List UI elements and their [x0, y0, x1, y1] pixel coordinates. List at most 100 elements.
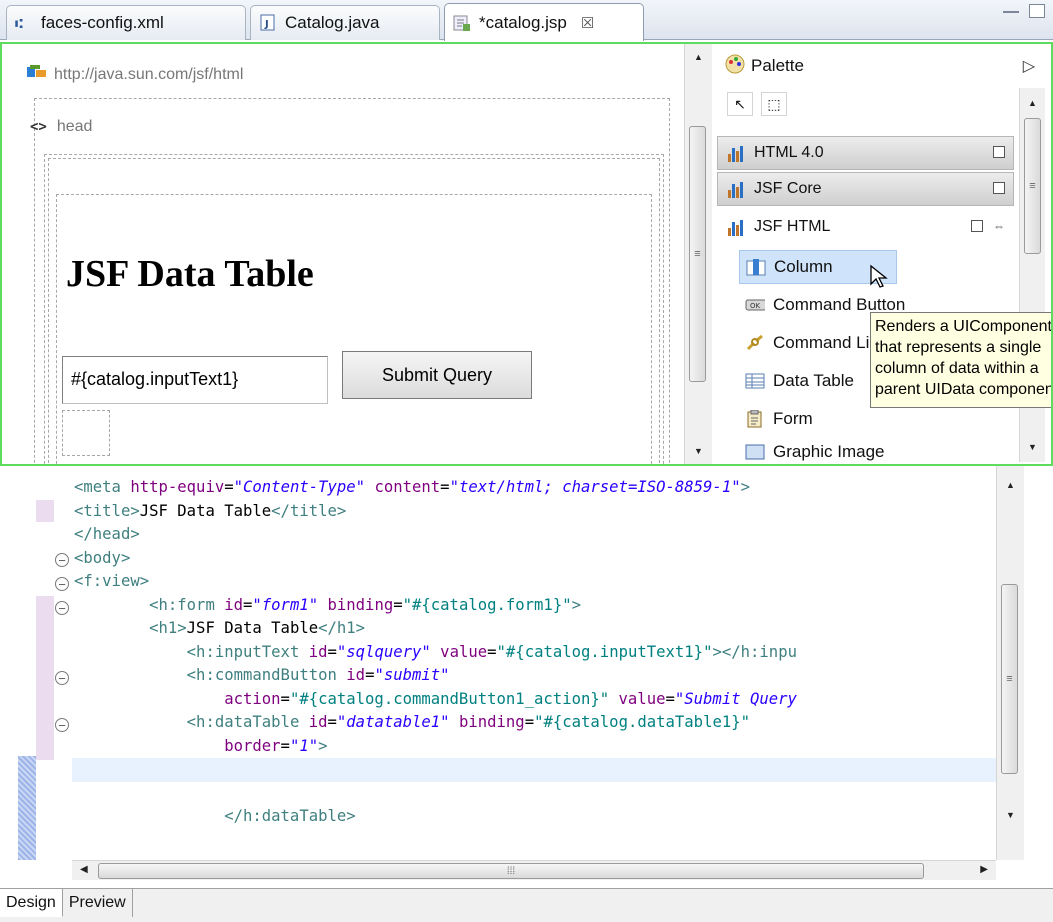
window-controls [1003, 4, 1045, 18]
submit-query-button[interactable]: Submit Query [342, 351, 532, 399]
drawer-icon [728, 218, 748, 236]
sql-query-input[interactable]: #{catalog.inputText1} [62, 356, 328, 404]
code-line[interactable]: <h:form id="form1" binding="#{catalog.fo… [74, 594, 797, 618]
drawer-label: JSF HTML [754, 218, 831, 235]
jsp-file-icon [453, 14, 471, 32]
code-line[interactable]: <body> [74, 547, 797, 571]
fold-icon[interactable]: − [55, 601, 69, 615]
scroll-thumb[interactable]: ≡ [689, 126, 706, 382]
form-container [56, 194, 652, 464]
code-line[interactable]: ​ [74, 758, 797, 782]
tab-label: *catalog.jsp [479, 12, 567, 32]
mouse-pointer-icon [869, 264, 889, 293]
drawer-label: HTML 4.0 [754, 144, 824, 161]
faces-config-icon: ⑆ [15, 14, 33, 32]
scroll-up-icon[interactable]: ▲ [685, 48, 712, 66]
code-text[interactable]: <meta http-equiv="Content-Type" content=… [74, 476, 797, 829]
palette-entry-command-link[interactable]: Command Link [739, 326, 887, 360]
scroll-down-icon[interactable]: ▼ [1020, 438, 1045, 456]
palette-panel: Palette ▷ ↖ ⬚ HTML 4.0 JSF Core JSF HTML… [713, 44, 1051, 464]
collapse-palette-icon[interactable]: ▷ [1023, 56, 1035, 76]
fold-icon[interactable]: − [55, 671, 69, 685]
code-line[interactable]: <f:view> [74, 570, 797, 594]
minimize-icon[interactable] [1003, 8, 1019, 13]
editor-hscrollbar[interactable]: ◀ ⁞⁞⁞ ▶ [72, 860, 996, 880]
pin-icon[interactable] [993, 182, 1005, 194]
palette-title: Palette [751, 56, 804, 75]
svg-text:OK: OK [750, 302, 761, 310]
code-line[interactable]: ​ [74, 782, 797, 806]
column-icon [746, 258, 766, 276]
code-tag-icon: <> [30, 119, 47, 135]
close-icon[interactable]: ☒ [581, 14, 594, 32]
drawer-icon [728, 180, 748, 198]
form-icon [745, 410, 765, 428]
pin-icon[interactable] [993, 146, 1005, 158]
code-line[interactable]: action="#{catalog.commandButton1_action}… [74, 688, 797, 712]
editor-gutter [0, 466, 54, 860]
pin-icon[interactable] [971, 220, 983, 232]
data-table-placeholder[interactable] [62, 410, 110, 456]
code-line[interactable]: <h:dataTable id="datatable1" binding="#{… [74, 711, 797, 735]
source-editor[interactable]: − − − − − <meta http-equiv="Content-Type… [0, 466, 1053, 888]
data-table-icon [745, 372, 765, 390]
palette-entry-graphic-image[interactable]: Graphic Image [739, 442, 885, 464]
graphic-image-icon [745, 442, 765, 460]
palette-tools: ↖ ⬚ [727, 92, 787, 116]
head-element[interactable]: <> head [30, 118, 92, 136]
editor-tab-bar: ⑆ faces-config.xml J Catalog.java *catal… [0, 0, 1053, 41]
layout-icon[interactable]: ⇔ [993, 219, 1005, 233]
code-line[interactable]: <h:commandButton id="submit" [74, 664, 797, 688]
design-scrollbar[interactable]: ▲ ≡ ▼ [684, 44, 712, 464]
scroll-up-icon[interactable]: ▲ [1020, 94, 1045, 112]
code-line[interactable]: border="1"> [74, 735, 797, 759]
command-button-icon: OK [745, 296, 765, 314]
scroll-up-icon[interactable]: ▲ [997, 476, 1024, 494]
namespace-label: http://java.sun.com/jsf/html [54, 65, 244, 83]
scroll-down-icon[interactable]: ▼ [997, 806, 1024, 824]
marquee-tool-icon[interactable]: ⬚ [761, 92, 787, 116]
palette-entry-data-table[interactable]: Data Table [739, 364, 854, 398]
palette-icon [725, 54, 745, 79]
drawer-label: JSF Core [754, 180, 822, 197]
scroll-right-icon[interactable]: ▶ [980, 864, 988, 875]
fold-icon[interactable]: − [55, 577, 69, 591]
editor-scrollbar[interactable]: ▲ ≡ ▼ [996, 466, 1024, 860]
scroll-thumb[interactable]: ≡ [1001, 584, 1018, 774]
scroll-thumb[interactable]: ≡ [1024, 118, 1041, 254]
tab-preview[interactable]: Preview [63, 889, 133, 917]
fold-icon[interactable]: − [55, 718, 69, 732]
palette-entry-form[interactable]: Form [739, 402, 813, 436]
hscroll-thumb[interactable]: ⁞⁞⁞ [98, 863, 924, 879]
code-line[interactable]: </h:dataTable> [74, 805, 797, 829]
java-file-icon: J [259, 14, 277, 32]
design-canvas[interactable]: http://java.sun.com/jsf/html <> head JSF… [2, 44, 684, 464]
code-line[interactable]: <meta http-equiv="Content-Type" content=… [74, 476, 797, 500]
svg-text:J: J [264, 19, 269, 30]
scroll-down-icon[interactable]: ▼ [685, 442, 712, 460]
code-line[interactable]: <title>JSF Data Table</title> [74, 500, 797, 524]
code-line[interactable]: <h:inputText id="sqlquery" value="#{cata… [74, 641, 797, 665]
svg-text:⑆: ⑆ [15, 17, 23, 32]
tab-label: Catalog.java [285, 13, 380, 32]
palette-header: Palette ▷ [713, 44, 1051, 88]
drawer-jsf-core[interactable]: JSF Core [717, 172, 1014, 206]
tab-catalog-java[interactable]: J Catalog.java [250, 5, 440, 40]
drawer-jsf-html[interactable]: JSF HTML ⇔ [717, 210, 1014, 244]
fold-icon[interactable]: − [55, 553, 69, 567]
design-area: http://java.sun.com/jsf/html <> head JSF… [0, 42, 1053, 466]
drawer-html-4[interactable]: HTML 4.0 [717, 136, 1014, 170]
code-line[interactable]: </head> [74, 523, 797, 547]
tab-catalog-jsp[interactable]: *catalog.jsp ☒ [444, 3, 644, 41]
taglib-namespace: http://java.sun.com/jsf/html [26, 64, 243, 85]
tab-design[interactable]: Design [0, 889, 63, 917]
command-link-icon [745, 334, 765, 352]
select-tool-icon[interactable]: ↖ [727, 92, 753, 116]
tab-faces-config[interactable]: ⑆ faces-config.xml [6, 5, 246, 40]
code-line[interactable]: <h1>JSF Data Table</h1> [74, 617, 797, 641]
maximize-icon[interactable] [1029, 4, 1045, 18]
tab-label: faces-config.xml [41, 13, 164, 32]
change-marker [36, 500, 54, 522]
page-tabs: Design Preview [0, 888, 1053, 922]
scroll-left-icon[interactable]: ◀ [80, 864, 88, 875]
